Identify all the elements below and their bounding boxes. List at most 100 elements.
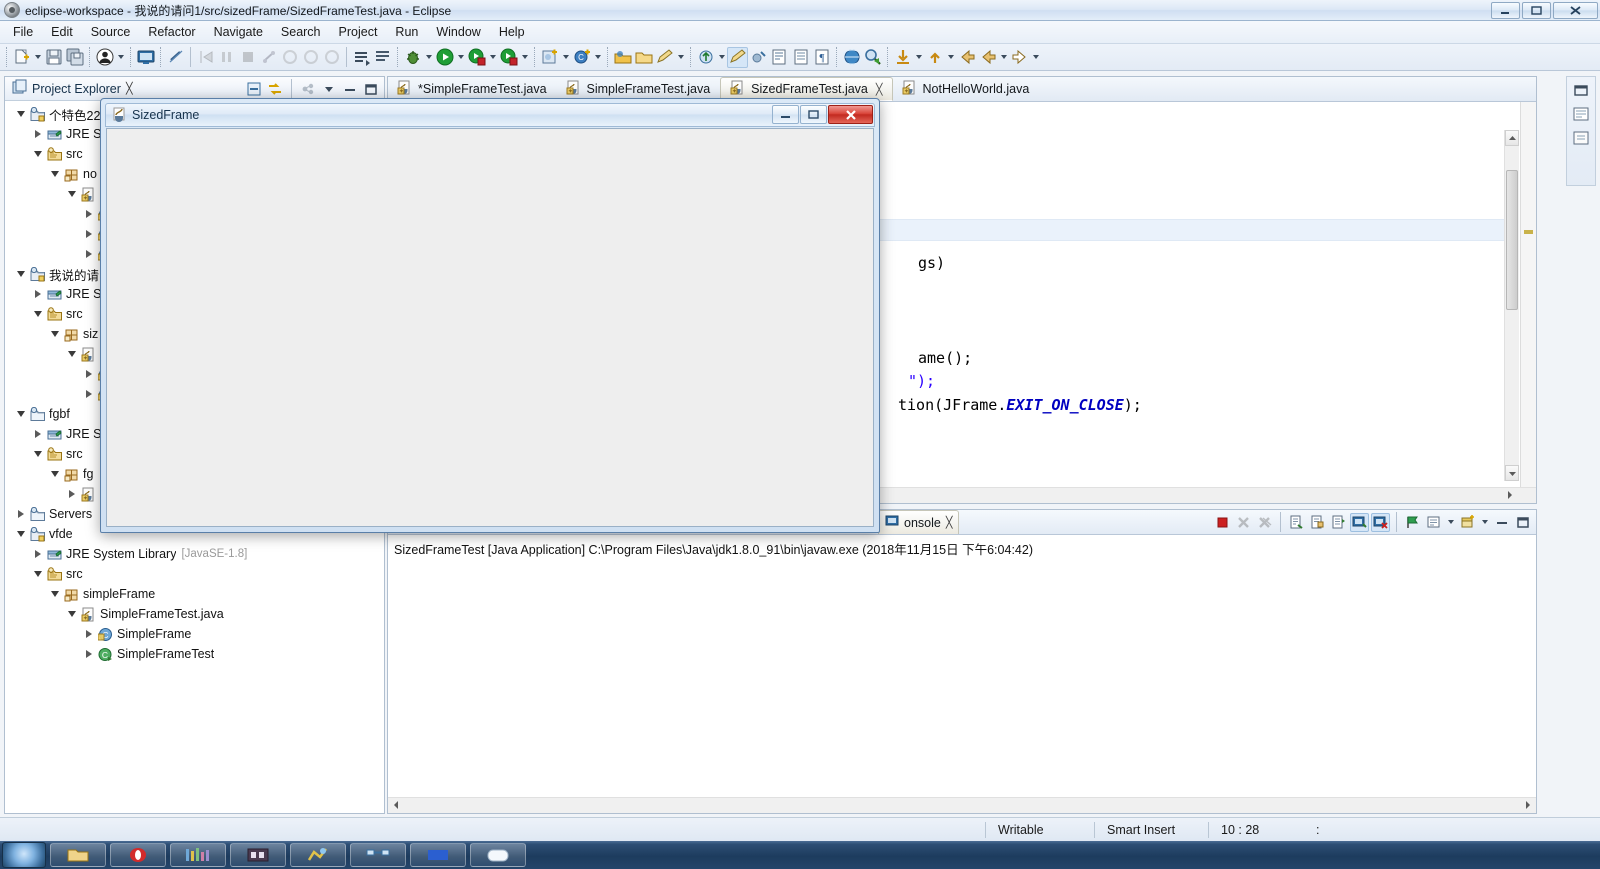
sized-frame-maximize-button[interactable] (800, 105, 827, 124)
taskbar-item[interactable] (410, 843, 466, 867)
external-tools-icon[interactable] (498, 47, 519, 68)
menu-edit[interactable]: Edit (42, 22, 82, 42)
chevron-down-icon[interactable] (13, 526, 29, 542)
new-wizard-icon[interactable] (11, 47, 32, 68)
tree-item[interactable]: JRE System Library [JavaSE-1.8] (5, 544, 384, 564)
show-whitespace-icon[interactable] (790, 47, 811, 68)
close-icon[interactable]: ╳ (126, 82, 133, 95)
editor-vertical-scrollbar[interactable] (1504, 130, 1519, 481)
chevron-right-icon[interactable] (30, 546, 46, 562)
user-dropdown-arrow[interactable] (115, 47, 126, 67)
tree-item[interactable]: simpleFrame (5, 584, 384, 604)
scroll-up-arrow[interactable] (1505, 130, 1519, 146)
scroll-left-arrow[interactable] (390, 799, 402, 811)
user-icon[interactable] (94, 47, 115, 68)
pilcrow-icon[interactable]: ¶ (811, 47, 832, 68)
chevron-right-icon[interactable] (81, 246, 97, 262)
chevron-down-icon[interactable] (30, 306, 46, 322)
menu-project[interactable]: Project (330, 22, 387, 42)
chevron-right-icon[interactable] (81, 626, 97, 642)
upload-icon[interactable] (924, 47, 945, 68)
close-icon[interactable]: ╳ (946, 516, 953, 529)
scroll-down-arrow[interactable] (1505, 465, 1519, 481)
toggle-mark-occurrences-icon[interactable] (727, 46, 748, 68)
chevron-down-icon[interactable] (30, 566, 46, 582)
run-icon[interactable] (434, 47, 455, 68)
sized-frame-minimize-button[interactable] (772, 105, 799, 124)
view-menu-chevron-down-icon[interactable] (320, 80, 338, 98)
taskbar-item[interactable] (50, 843, 106, 867)
chevron-right-icon[interactable] (30, 426, 46, 442)
menu-refactor[interactable]: Refactor (139, 22, 204, 42)
open-task-list-icon[interactable] (372, 47, 393, 68)
chevron-right-icon[interactable] (81, 366, 97, 382)
run-as-dropdown-arrow[interactable] (487, 47, 498, 67)
minimize-icon[interactable] (341, 80, 359, 98)
tab-console[interactable]: onsole ╳ (878, 510, 960, 534)
editor-overview-ruler[interactable] (1520, 102, 1536, 503)
upload-dropdown-arrow[interactable] (945, 47, 956, 67)
chevron-down-icon[interactable] (30, 446, 46, 462)
scroll-right-arrow[interactable] (1504, 489, 1516, 501)
menu-window[interactable]: Window (427, 22, 489, 42)
close-icon[interactable]: ╳ (876, 83, 883, 96)
task-list-view-icon[interactable] (1572, 129, 1590, 147)
chevron-down-icon[interactable] (47, 586, 63, 602)
console-horizontal-scrollbar[interactable] (388, 797, 1536, 813)
chevron-down-icon[interactable] (13, 106, 29, 122)
window-maximize-button[interactable] (1522, 2, 1551, 19)
menu-search[interactable]: Search (272, 22, 330, 42)
chevron-down-icon[interactable] (47, 466, 63, 482)
annotation-dropdown-arrow[interactable] (675, 47, 686, 67)
tree-item[interactable]: SimpleFrameTest.java (5, 604, 384, 624)
tree-item[interactable]: src (5, 564, 384, 584)
chevron-right-icon[interactable] (30, 286, 46, 302)
link-break-icon[interactable] (165, 47, 186, 68)
chevron-right-icon[interactable] (64, 486, 80, 502)
sized-frame-content-pane[interactable] (106, 128, 874, 527)
console-view-icon[interactable] (135, 47, 156, 68)
open-console-dropdown-arrow[interactable] (1479, 512, 1490, 532)
forward-back-icon[interactable] (977, 47, 998, 68)
tree-item[interactable]: C SimpleFrame (5, 624, 384, 644)
new-java-project-icon[interactable] (539, 47, 560, 68)
window-minimize-button[interactable] (1491, 2, 1520, 19)
chevron-down-icon[interactable] (64, 186, 80, 202)
chevron-right-icon[interactable] (81, 226, 97, 242)
new-wizard-dropdown-arrow[interactable] (32, 47, 43, 67)
debug-dropdown-arrow[interactable] (423, 47, 434, 67)
window-close-button[interactable] (1553, 2, 1598, 19)
download-icon[interactable] (892, 47, 913, 68)
menu-navigate[interactable]: Navigate (205, 22, 272, 42)
download-dropdown-arrow[interactable] (913, 47, 924, 67)
chevron-down-icon[interactable] (47, 166, 63, 182)
open-type-icon[interactable] (351, 47, 372, 68)
chevron-right-icon[interactable] (81, 646, 97, 662)
previous-annotation-dropdown-arrow[interactable] (716, 47, 727, 67)
chevron-down-icon[interactable] (64, 346, 80, 362)
run-dropdown-arrow[interactable] (455, 47, 466, 67)
new-class-dropdown-arrow[interactable] (592, 47, 603, 67)
taskbar-item[interactable] (170, 843, 226, 867)
new-class-icon[interactable]: C (571, 47, 592, 68)
sized-frame-close-button[interactable] (828, 105, 873, 124)
chevron-down-icon[interactable] (13, 406, 29, 422)
display-console-dropdown-arrow[interactable] (1445, 512, 1456, 532)
skip-breakpoints-icon[interactable] (748, 47, 769, 68)
next-edit-location-icon[interactable] (769, 47, 790, 68)
chevron-right-icon[interactable] (81, 386, 97, 402)
display-selected-console-icon[interactable] (1424, 513, 1443, 532)
terminate-icon[interactable] (1213, 513, 1232, 532)
open-web-browser-icon[interactable] (841, 47, 862, 68)
show-console-on-output-icon[interactable] (1350, 512, 1369, 532)
maximize-icon[interactable] (1513, 513, 1532, 532)
taskbar-item[interactable] (110, 843, 166, 867)
forward-dropdown-arrow[interactable] (1030, 47, 1041, 67)
chevron-right-icon[interactable] (30, 126, 46, 142)
save-icon[interactable] (43, 47, 64, 68)
view-menu-icon[interactable] (299, 80, 317, 98)
back-dropdown-arrow[interactable] (998, 47, 1009, 67)
menu-file[interactable]: File (4, 22, 42, 42)
chevron-down-icon[interactable] (30, 146, 46, 162)
show-console-on-error-icon[interactable] (1371, 512, 1390, 532)
